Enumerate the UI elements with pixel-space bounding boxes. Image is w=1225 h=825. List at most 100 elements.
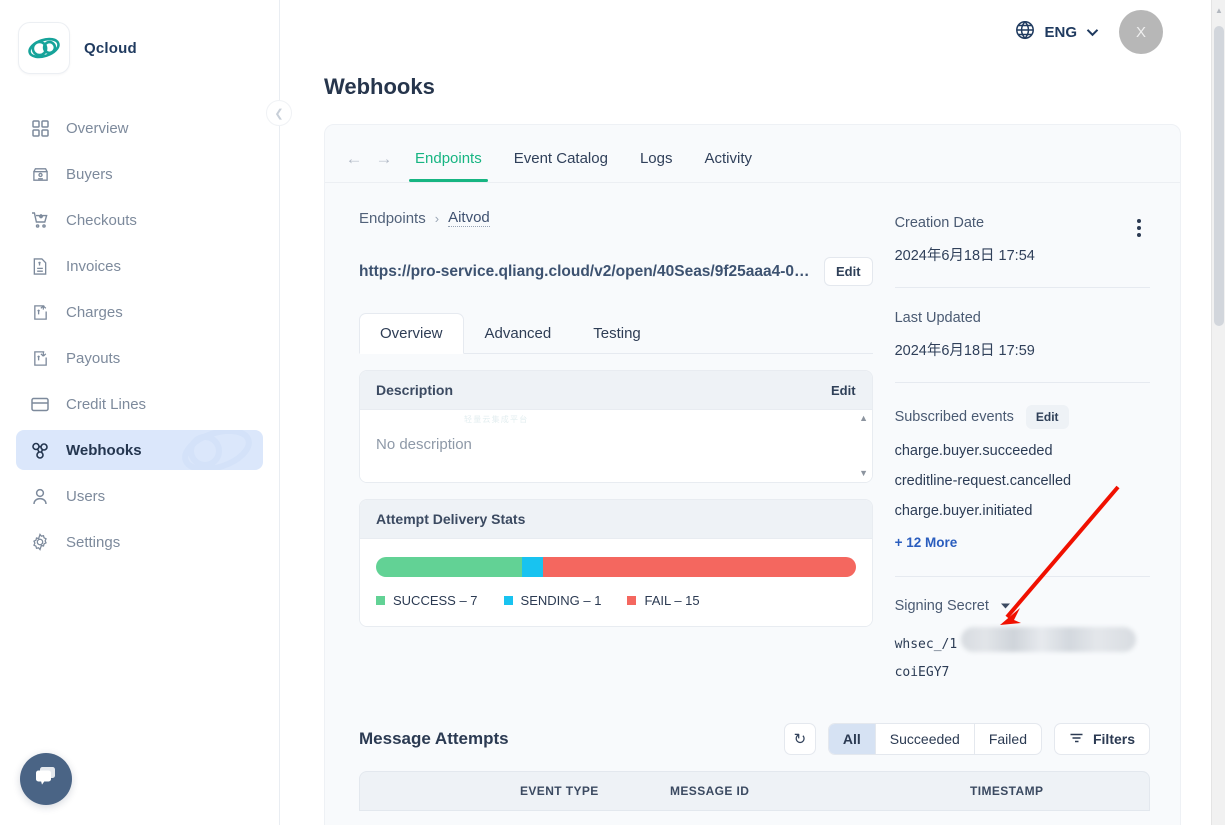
payout-down-icon	[30, 348, 50, 368]
tab-logs[interactable]: Logs	[624, 136, 689, 182]
tab-label: Activity	[704, 149, 752, 167]
window-scrollbar[interactable]: ▲	[1211, 0, 1225, 825]
sidebar-item-label: Payouts	[66, 349, 121, 367]
filters-button[interactable]: Filters	[1053, 723, 1150, 755]
scrollbar-up-arrow-icon[interactable]: ▲	[1215, 6, 1223, 15]
endpoint-edit-button[interactable]: Edit	[824, 257, 873, 286]
sidebar-item-label: Checkouts	[66, 211, 137, 229]
signing-secret-value[interactable]: whsec_/1 coiEGY7	[895, 627, 1145, 687]
column-header-event-type: EVENT TYPE	[520, 784, 599, 798]
sidebar-collapse-button[interactable]: ❮	[266, 100, 292, 126]
nav-forward-button[interactable]: →	[369, 144, 399, 174]
endpoint-details-column: Creation Date 2024年6月18日 17:54 Last Upda…	[894, 209, 1150, 687]
panel-content: Endpoints › Aitvod https://pro-service.q…	[325, 183, 1180, 687]
tab-event-catalog[interactable]: Event Catalog	[498, 136, 624, 182]
segment-succeeded[interactable]: Succeeded	[876, 724, 975, 754]
filter-icon	[1069, 731, 1084, 747]
legend-item-fail: FAIL – 15	[627, 593, 700, 608]
tab-label: Event Catalog	[513, 149, 608, 167]
tab-endpoints[interactable]: Endpoints	[399, 136, 498, 182]
creation-date-value: 2024年6月18日 17:54	[894, 248, 1035, 264]
subscribed-events-edit-button[interactable]: Edit	[1025, 405, 1069, 429]
sidebar-item-overview[interactable]: Overview	[16, 108, 263, 148]
endpoint-subtabs: Overview Advanced Testing	[359, 312, 873, 354]
brand-watermark-icon	[182, 430, 252, 470]
subscribed-events-header: Subscribed events Edit	[895, 405, 1150, 429]
chevron-down-icon	[1086, 24, 1099, 41]
legend-label-sending: SENDING – 1	[520, 593, 602, 608]
sidebar-item-users[interactable]: Users	[16, 476, 263, 516]
delivery-stats-body: SUCCESS – 7 SENDING – 1 FAIL – 15	[360, 539, 872, 626]
language-selector[interactable]: ENG	[1015, 20, 1099, 44]
legend-swatch-sending	[503, 596, 513, 605]
sidebar-item-payouts[interactable]: Payouts	[16, 338, 263, 378]
subscribed-events-more-link[interactable]: + 12 More	[895, 535, 1150, 550]
legend-label-fail: FAIL – 15	[644, 593, 700, 608]
breadcrumb-current[interactable]: Aitvod	[448, 209, 490, 227]
subtab-label: Testing	[593, 325, 641, 342]
triangle-up-icon[interactable]: ▲	[859, 414, 868, 423]
legend-item-success: SUCCESS – 7	[376, 593, 478, 608]
page-title: Webhooks	[324, 74, 435, 99]
description-scrollbar[interactable]: ▲ ▼	[858, 414, 870, 478]
sidebar-item-label: Invoices	[66, 257, 122, 275]
subtab-advanced[interactable]: Advanced	[464, 313, 573, 354]
sidebar-item-webhooks[interactable]: Webhooks	[16, 430, 263, 470]
signing-secret-header[interactable]: Signing Secret	[895, 597, 1150, 615]
endpoint-kebab-menu[interactable]	[1126, 213, 1152, 243]
sidebar-item-charges[interactable]: Charges	[16, 292, 263, 332]
arrow-right-icon: →	[375, 148, 393, 168]
sidebar-item-credit-lines[interactable]: Credit Lines	[16, 384, 263, 424]
gear-icon	[30, 532, 50, 552]
sidebar-nav: Overview Buyers Checkouts Invoices Charg…	[0, 108, 279, 562]
sidebar-item-settings[interactable]: Settings	[16, 522, 263, 562]
globe-icon	[1015, 20, 1035, 44]
description-card-header: Description Edit	[360, 371, 872, 410]
subscribed-event-item: creditline-request.cancelled	[894, 473, 1072, 489]
creation-date-label: Creation Date	[894, 215, 985, 231]
filters-label: Filters	[1092, 731, 1135, 747]
tab-activity[interactable]: Activity	[688, 136, 768, 182]
credit-card-icon	[30, 394, 50, 414]
message-attempts-filter-segment: All Succeeded Failed	[827, 723, 1042, 755]
brand[interactable]: Qcloud	[0, 0, 279, 74]
subtab-overview[interactable]: Overview	[359, 313, 464, 354]
subscribed-event-item: charge.buyer.initiated	[894, 503, 1033, 519]
subscribed-events-label: Subscribed events	[894, 409, 1014, 425]
description-text: No description	[376, 436, 472, 453]
last-updated-label: Last Updated	[894, 310, 981, 326]
refresh-button[interactable]: ↻	[783, 723, 816, 755]
endpoint-url: https://pro-service.qliang.cloud/v2/open…	[359, 262, 814, 280]
subtab-testing[interactable]: Testing	[572, 313, 662, 354]
sidebar-item-checkouts[interactable]: Checkouts	[16, 200, 263, 240]
nav-back-button[interactable]: ←	[339, 144, 369, 174]
user-icon	[30, 486, 50, 506]
more-vertical-icon-dot	[1137, 233, 1141, 237]
segment-all[interactable]: All	[828, 724, 876, 754]
description-card: Description Edit 轻量云集成平台 No description …	[359, 370, 873, 483]
brand-name: Qcloud	[84, 39, 137, 57]
signing-secret-label: Signing Secret	[894, 598, 989, 614]
tab-label: Endpoints	[415, 149, 482, 167]
triangle-down-icon[interactable]: ▼	[859, 469, 868, 478]
stats-segment-success	[376, 557, 522, 577]
message-attempts-title: Message Attempts	[359, 729, 509, 748]
stats-segment-fail	[542, 557, 856, 577]
segment-failed[interactable]: Failed	[975, 724, 1041, 754]
breadcrumb-endpoints[interactable]: Endpoints	[359, 210, 426, 227]
sidebar: Qcloud Overview Buyers Checkouts Invoice…	[0, 0, 292, 825]
scrollbar-thumb[interactable]	[1214, 26, 1224, 326]
subtab-label: Advanced	[484, 325, 552, 342]
chat-support-button[interactable]	[20, 753, 72, 805]
sidebar-item-label: Webhooks	[66, 441, 142, 459]
avatar[interactable]: X	[1119, 10, 1163, 54]
legend-swatch-fail	[627, 596, 637, 605]
sidebar-item-invoices[interactable]: Invoices	[16, 246, 263, 286]
delivery-stats-bar	[376, 557, 856, 577]
message-attempts-controls: ↻ All Succeeded Failed Filters	[783, 723, 1150, 755]
column-header-message-id: MESSAGE ID	[670, 784, 750, 798]
description-watermark: 轻量云集成平台	[464, 415, 529, 424]
caret-down-icon[interactable]	[999, 597, 1012, 615]
description-edit-link[interactable]: Edit	[831, 383, 856, 398]
sidebar-item-buyers[interactable]: Buyers	[16, 154, 263, 194]
